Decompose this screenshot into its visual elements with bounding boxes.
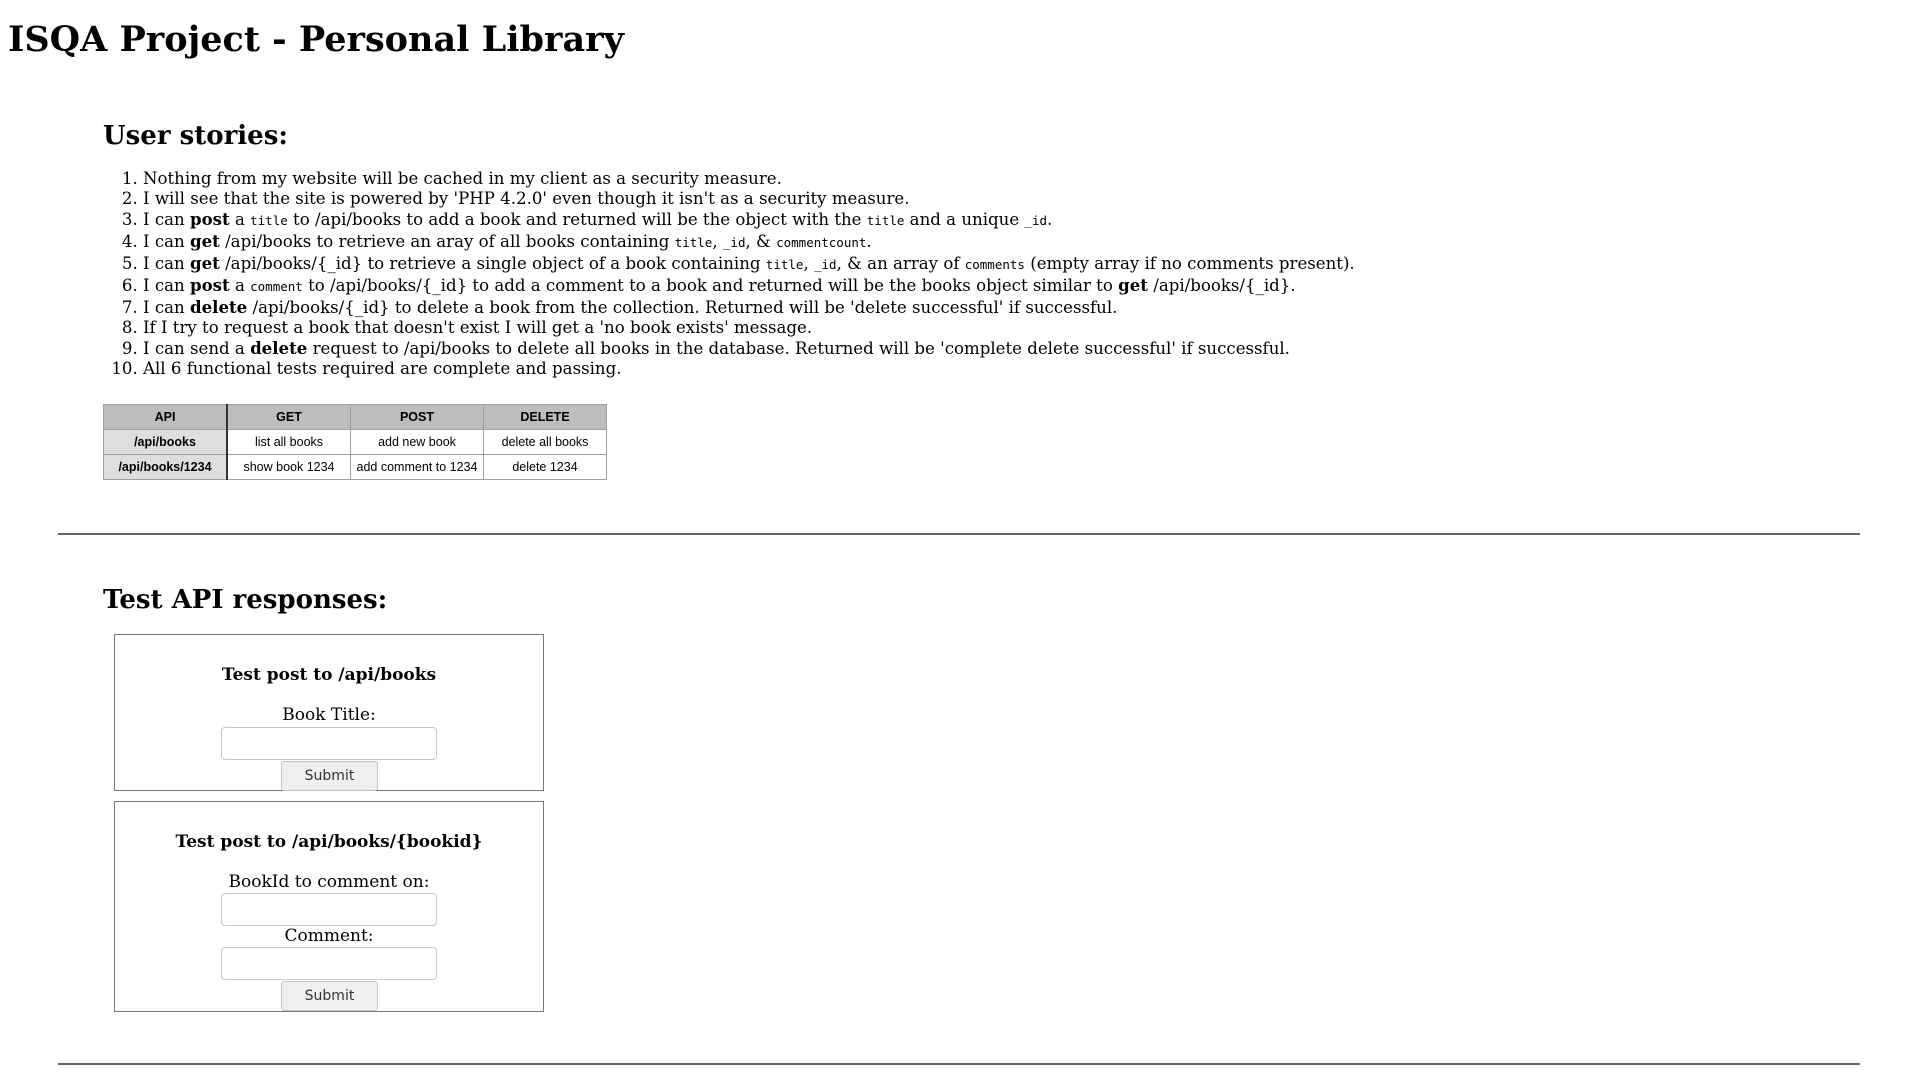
user-story-text: I can bbox=[143, 210, 190, 229]
user-story-text: _id bbox=[814, 257, 837, 272]
user-story-text: delete bbox=[250, 338, 308, 358]
user-story-text: a bbox=[229, 210, 251, 229]
user-story-item: I can send a delete request to /api/book… bbox=[143, 338, 1355, 359]
user-story-text: get bbox=[189, 253, 220, 273]
user-story-text: (empty array if no comments present). bbox=[1024, 254, 1355, 273]
api-table-header-get: GET bbox=[226, 404, 351, 430]
api-table-cell: delete all books bbox=[483, 429, 607, 455]
user-story-text: _id bbox=[722, 235, 746, 250]
user-story-text: title bbox=[250, 213, 288, 228]
user-story-item: All 6 functional tests required are comp… bbox=[143, 359, 1355, 379]
user-story-text: I can bbox=[143, 298, 190, 317]
api-table-header-row: API GET POST DELETE bbox=[103, 404, 607, 430]
user-stories-list: Nothing from my website will be cached i… bbox=[103, 169, 1355, 379]
user-story-text: request to /api/books to delete all book… bbox=[307, 339, 1290, 358]
user-story-text: If I try to request a book that doesn't … bbox=[143, 318, 813, 337]
submit-button[interactable]: Submit bbox=[281, 981, 378, 1011]
book-id-label: BookId to comment on: bbox=[228, 872, 430, 892]
user-story-item: I will see that the site is powered by '… bbox=[143, 189, 1355, 209]
user-story-text: , bbox=[803, 254, 814, 273]
api-table-cell: add new book bbox=[350, 429, 484, 455]
user-story-text: /api/books/{_id} to retrieve a single ob… bbox=[219, 254, 766, 273]
api-table-header-api: API bbox=[103, 404, 228, 430]
user-story-text: I can bbox=[143, 254, 190, 273]
user-story-text: . bbox=[866, 232, 872, 251]
test-api-heading: Test API responses: bbox=[103, 585, 388, 615]
user-story-text: _id bbox=[1024, 213, 1047, 228]
submit-button[interactable]: Submit bbox=[281, 761, 378, 791]
user-story-text: to /api/books to add a book and returned… bbox=[287, 210, 867, 229]
user-story-text: /api/books/{_id}. bbox=[1147, 276, 1296, 295]
user-story-text: to /api/books/{_id} to add a comment to … bbox=[302, 276, 1119, 295]
user-story-item: Nothing from my website will be cached i… bbox=[143, 169, 1355, 189]
user-story-text: title bbox=[765, 257, 804, 272]
api-table-cell: /api/books/1234 bbox=[103, 454, 228, 480]
user-story-text: I will see that the site is powered by '… bbox=[143, 189, 910, 208]
user-story-text: title bbox=[866, 213, 905, 228]
divider bbox=[58, 1063, 1860, 1065]
user-story-text: comments bbox=[964, 257, 1025, 272]
user-story-item: I can get /api/books/{_id} to retrieve a… bbox=[143, 253, 1355, 275]
user-story-text: delete bbox=[189, 297, 248, 317]
book-title-label: Book Title: bbox=[282, 705, 376, 725]
user-story-text: , & an array of bbox=[836, 254, 965, 273]
api-table-cell: add comment to 1234 bbox=[350, 454, 484, 480]
book-id-input[interactable] bbox=[221, 893, 437, 926]
user-story-text: /api/books/{_id} to delete a book from t… bbox=[247, 298, 1118, 317]
api-table: API GET POST DELETE /api/books list all … bbox=[103, 404, 607, 480]
api-table-header-post: POST bbox=[350, 404, 484, 430]
user-story-text: post bbox=[189, 209, 230, 229]
user-story-text: commentcount bbox=[776, 235, 867, 250]
user-story-text: I can bbox=[143, 232, 190, 251]
user-story-text: Nothing from my website will be cached i… bbox=[143, 169, 782, 188]
user-story-text: , & bbox=[745, 232, 777, 251]
form-title: Test post to /api/books bbox=[221, 665, 437, 685]
api-table-cell: delete 1234 bbox=[483, 454, 607, 480]
api-table-header-delete: DELETE bbox=[483, 404, 607, 430]
user-story-text: comment bbox=[250, 279, 303, 294]
user-story-text: get bbox=[1118, 275, 1148, 295]
user-story-text: , bbox=[712, 232, 723, 251]
user-story-text: I can send a bbox=[143, 339, 251, 358]
api-table-cell: list all books bbox=[226, 429, 351, 455]
api-table-cell: /api/books bbox=[103, 429, 228, 455]
user-story-text: I can bbox=[143, 276, 190, 295]
test-post-books-form: Test post to /api/books Book Title: Subm… bbox=[114, 634, 544, 791]
divider bbox=[58, 533, 1860, 535]
user-story-item: I can delete /api/books/{_id} to delete … bbox=[143, 297, 1355, 318]
user-story-item: If I try to request a book that doesn't … bbox=[143, 318, 1355, 338]
user-story-item: I can get /api/books to retrieve an aray… bbox=[143, 231, 1355, 253]
user-story-item: I can post a title to /api/books to add … bbox=[143, 209, 1355, 231]
user-story-text: get bbox=[189, 231, 220, 251]
user-story-text: /api/books to retrieve an aray of all bo… bbox=[219, 232, 675, 251]
comment-input[interactable] bbox=[221, 947, 437, 980]
user-stories-heading: User stories: bbox=[103, 121, 288, 151]
test-post-comment-form: Test post to /api/books/{bookid} BookId … bbox=[114, 801, 544, 1012]
comment-label: Comment: bbox=[284, 926, 374, 946]
user-story-text: title bbox=[674, 235, 713, 250]
user-story-text: All 6 functional tests required are comp… bbox=[143, 359, 622, 378]
table-row: /api/books/1234 show book 1234 add comme… bbox=[103, 454, 607, 480]
form-title: Test post to /api/books/{bookid} bbox=[175, 832, 483, 852]
user-story-text: post bbox=[189, 275, 230, 295]
page-title: ISQA Project - Personal Library bbox=[8, 19, 624, 60]
user-story-text: . bbox=[1047, 210, 1053, 229]
table-row: /api/books list all books add new book d… bbox=[103, 429, 607, 455]
user-story-item: I can post a comment to /api/books/{_id}… bbox=[143, 275, 1355, 297]
user-story-text: and a unique bbox=[904, 210, 1025, 229]
api-table-cell: show book 1234 bbox=[226, 454, 351, 480]
user-story-text: a bbox=[229, 276, 251, 295]
book-title-input[interactable] bbox=[221, 727, 437, 760]
